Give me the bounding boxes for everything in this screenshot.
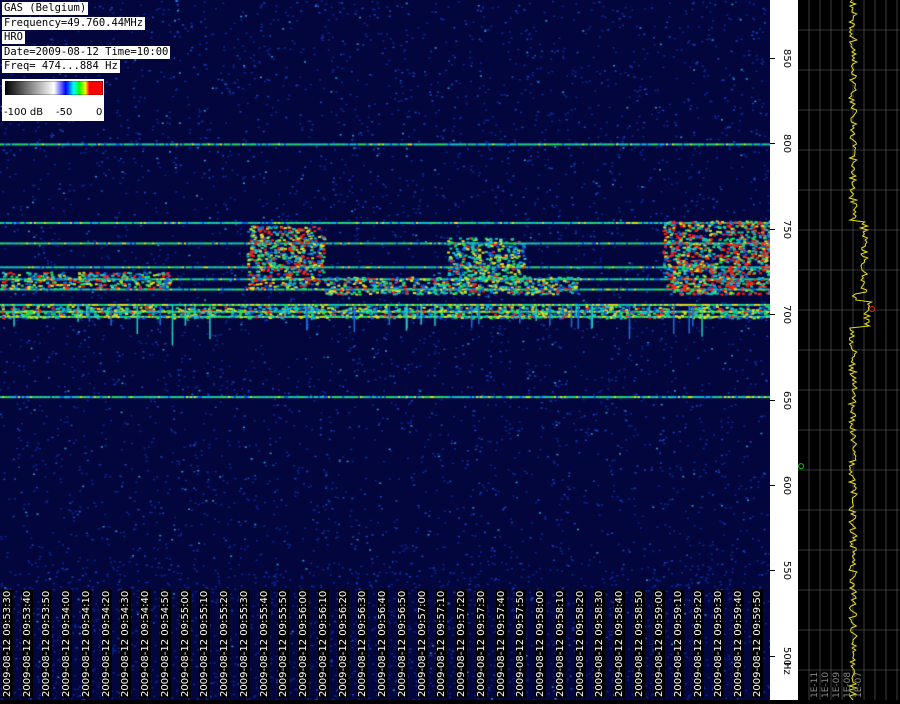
time-tick-label: 2009-08-12 09:59:20 <box>693 589 705 698</box>
time-tick-label: 2009-08-12 09:56:50 <box>396 589 408 698</box>
time-tick-label: 2009-08-12 09:56:10 <box>317 589 329 698</box>
station-label: GAS (Belgium) <box>2 2 89 15</box>
profile-scale-label: 1E-10 <box>821 671 831 698</box>
power-profile-plot <box>798 0 900 701</box>
time-tick-label: 2009-08-12 09:55:20 <box>219 589 231 698</box>
time-tick-label: 2009-08-12 09:55:40 <box>258 589 270 698</box>
time-tick-label: 2009-08-12 09:57:40 <box>495 589 507 698</box>
freq-tick-label: 550 <box>781 561 792 581</box>
frequency-label: Frequency=49.760.44MHz <box>2 16 146 30</box>
freq-tick-label: 600 <box>781 475 792 495</box>
legend-min-label: -100 dB <box>4 107 44 118</box>
time-tick-label: 2009-08-12 09:56:20 <box>337 589 349 698</box>
datetime-label: Date=2009-08-12 Time=10:00 <box>2 45 171 59</box>
freq-tick <box>770 655 775 657</box>
time-tick-label: 2009-08-12 09:55:30 <box>238 589 250 698</box>
time-tick-label: 2009-08-12 09:58:50 <box>633 589 645 698</box>
time-tick-label: 2009-08-12 09:54:20 <box>100 589 112 698</box>
time-tick-label: 2009-08-12 09:55:50 <box>278 589 290 698</box>
freq-range-label: Freq= 474...884 Hz <box>2 60 120 73</box>
time-tick-label: 2009-08-12 09:59:40 <box>732 589 744 698</box>
time-tick-label: 2009-08-12 09:55:00 <box>179 589 191 698</box>
time-tick-label: 2009-08-12 09:57:50 <box>515 589 527 698</box>
freq-tick-label: 650 <box>781 390 792 410</box>
frequency-axis: 500 550 600 650 700 750 800 850 Hz <box>770 0 798 700</box>
mode-label: HRO <box>2 31 25 44</box>
time-axis: 2009-08-12 09:53:30 2009-08-12 09:53:40 20… <box>0 589 770 700</box>
time-tick-label: 2009-08-12 09:53:40 <box>21 589 33 698</box>
color-legend: -100 dB -50 0 <box>2 79 104 121</box>
time-tick-label: 2009-08-12 09:57:30 <box>475 589 487 698</box>
freq-tick <box>770 484 775 486</box>
time-tick-label: 2009-08-12 09:53:30 <box>2 589 13 698</box>
freq-tick <box>770 143 775 145</box>
time-tick-label: 2009-08-12 09:54:30 <box>120 589 132 698</box>
freq-tick <box>770 570 775 572</box>
freq-tick <box>770 314 775 316</box>
profile-peak-marker <box>869 306 875 313</box>
legend-mid-label: -50 <box>56 107 73 118</box>
power-profile-panel: 1E-11 1E-10 1E-09 1E-08 1E-07 <box>798 0 900 701</box>
profile-marker <box>798 463 804 470</box>
color-scale-bar <box>5 81 103 95</box>
time-tick-label: 2009-08-12 09:58:40 <box>614 589 626 698</box>
profile-scale-label: 1E-07 <box>854 671 864 698</box>
time-tick-label: 2009-08-12 09:57:00 <box>416 589 428 698</box>
time-tick-label: 2009-08-12 09:56:40 <box>377 589 389 698</box>
freq-tick <box>770 399 775 401</box>
time-tick-label: 2009-08-12 09:58:20 <box>574 589 586 698</box>
legend-max-label: 0 <box>96 107 103 118</box>
time-tick-label: 2009-08-12 09:54:50 <box>159 589 171 698</box>
time-tick-label: 2009-08-12 09:59:30 <box>712 589 724 698</box>
profile-scale-label: 1E-11 <box>810 671 820 698</box>
time-tick-label: 2009-08-12 09:56:30 <box>357 589 369 698</box>
freq-tick <box>770 228 775 230</box>
time-tick-label: 2009-08-12 09:54:40 <box>140 589 152 698</box>
freq-tick <box>770 58 775 60</box>
time-tick-label: 2009-08-12 09:58:10 <box>554 589 566 698</box>
freq-tick-label: 750 <box>781 219 792 239</box>
time-tick-label: 2009-08-12 09:55:10 <box>199 589 211 698</box>
freq-tick-label: 850 <box>781 49 792 69</box>
time-tick-label: 2009-08-12 09:54:00 <box>61 589 73 698</box>
time-tick-label: 2009-08-12 09:59:00 <box>653 589 665 698</box>
info-block: GAS (Belgium) Frequency=49.760.44MHz HRO… <box>2 2 171 75</box>
profile-scale-label: 1E-09 <box>832 671 842 698</box>
freq-tick-label: 800 <box>781 134 792 154</box>
profile-scale-label: 1E-08 <box>843 671 853 698</box>
freq-unit-label: Hz <box>781 662 792 675</box>
time-tick-label: 2009-08-12 09:53:50 <box>41 589 53 698</box>
time-tick-label: 2009-08-12 09:54:10 <box>80 589 92 698</box>
time-tick-label: 2009-08-12 09:57:10 <box>436 589 448 698</box>
time-tick-label: 2009-08-12 09:59:50 <box>752 589 764 698</box>
time-tick-label: 2009-08-12 09:56:00 <box>298 589 310 698</box>
time-tick-label: 2009-08-12 09:58:30 <box>594 589 606 698</box>
freq-tick-label: 700 <box>781 305 792 325</box>
time-tick-label: 2009-08-12 09:57:20 <box>456 589 468 698</box>
time-tick-label: 2009-08-12 09:58:00 <box>535 589 547 698</box>
time-tick-label: 2009-08-12 09:59:10 <box>673 589 685 698</box>
